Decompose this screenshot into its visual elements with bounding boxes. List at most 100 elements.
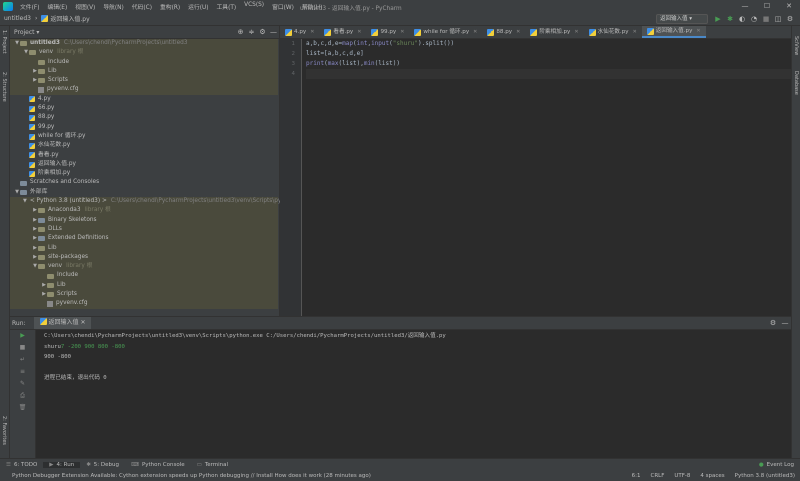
- menu-item[interactable]: 编辑(E): [43, 2, 71, 11]
- bottom-tool-tab[interactable]: ⌨ Python Console: [125, 462, 191, 468]
- tree-item[interactable]: ▼ 外部库: [10, 188, 278, 197]
- close-tab-icon[interactable]: ✕: [696, 25, 700, 38]
- debug-icon[interactable]: ✱: [724, 14, 736, 24]
- tree-item[interactable]: pyvenv.cfg: [10, 299, 278, 309]
- event-log-button[interactable]: ● Event Log: [753, 462, 800, 468]
- line-separator[interactable]: CRLF: [645, 473, 669, 479]
- menu-item[interactable]: 运行(U): [184, 2, 212, 11]
- run-icon[interactable]: ▶: [712, 14, 724, 24]
- database-tool-button[interactable]: Database: [793, 71, 799, 95]
- tree-item[interactable]: 99.py: [10, 123, 278, 132]
- tree-item[interactable]: ▼ venv library 根: [10, 48, 278, 58]
- editor-tab[interactable]: 4.py ✕: [280, 26, 319, 38]
- menu-item[interactable]: 文件(F): [16, 2, 43, 11]
- print-icon[interactable]: ⎙: [10, 390, 35, 402]
- tree-item[interactable]: 返回输入值.py: [10, 160, 278, 169]
- breadcrumb-project[interactable]: untitled3: [0, 15, 35, 22]
- tree-item[interactable]: Include: [10, 271, 278, 281]
- menu-item[interactable]: 工具(T): [213, 2, 241, 11]
- tree-item[interactable]: 水仙花数.py: [10, 141, 278, 150]
- caret-position[interactable]: 6:1: [627, 473, 646, 479]
- indent-setting[interactable]: 4 spaces: [695, 473, 729, 479]
- tree-item[interactable]: ▶ Scripts: [10, 76, 278, 86]
- tree-item[interactable]: pyvenv.cfg: [10, 85, 278, 95]
- interpreter-setting[interactable]: Python 3.8 (untitled3): [730, 473, 800, 479]
- close-tab-icon[interactable]: ✕: [400, 26, 404, 39]
- tree-item[interactable]: ▶ Anaconda3 library 根: [10, 206, 278, 216]
- code-line[interactable]: print(max(list),min(list)): [306, 59, 791, 69]
- code-area[interactable]: a,b,c,d,e=map(int,input("shuru").split()…: [306, 39, 791, 79]
- tree-item[interactable]: 4.py: [10, 95, 278, 104]
- bottom-tool-tab[interactable]: ▭ Terminal: [191, 462, 234, 468]
- search-icon[interactable]: ⌕: [796, 14, 800, 24]
- menu-item[interactable]: 视图(V): [71, 2, 99, 11]
- minimize-icon[interactable]: —: [734, 0, 756, 12]
- run-configuration-select[interactable]: 返回输入值 ▾: [656, 14, 708, 24]
- editor-tab[interactable]: 看看.py ✕: [319, 26, 366, 38]
- tree-item[interactable]: ▶ Lib: [10, 66, 278, 77]
- tree-item[interactable]: ▶ Extended Definitions: [10, 234, 278, 244]
- tree-item[interactable]: ▶ Lib: [10, 243, 278, 253]
- tree-item[interactable]: ▼ venv library 根: [10, 262, 278, 272]
- tree-item[interactable]: 66.py: [10, 104, 278, 113]
- file-encoding[interactable]: UTF-8: [669, 473, 695, 479]
- tree-item[interactable]: Scratches and Consoles: [10, 178, 278, 187]
- pin-icon[interactable]: ✎: [10, 378, 35, 390]
- menu-item[interactable]: 窗口(W): [268, 2, 298, 11]
- menu-item[interactable]: 导航(N): [99, 2, 127, 11]
- sciview-tool-button[interactable]: SciView: [793, 36, 799, 55]
- close-tab-icon[interactable]: ✕: [633, 26, 637, 39]
- vcs-icon[interactable]: ◫: [772, 14, 784, 24]
- editor-tab[interactable]: 99.py ✕: [366, 26, 409, 38]
- bottom-tool-tab[interactable]: ☰ 6: TODO: [0, 462, 43, 468]
- favorites-tool-button[interactable]: 2: Favorites: [1, 416, 7, 445]
- tree-item[interactable]: ▶ Scripts: [10, 290, 278, 300]
- rerun-icon[interactable]: ▶: [10, 330, 35, 342]
- tree-item[interactable]: while for 循环.py: [10, 132, 278, 141]
- close-tab-icon[interactable]: ✕: [574, 26, 578, 39]
- tree-item[interactable]: ▶ Binary Skeletons: [10, 215, 278, 225]
- project-view-select[interactable]: Project ▾: [14, 29, 39, 36]
- settings-icon[interactable]: ⚙: [784, 14, 796, 24]
- code-line[interactable]: list=[a,b,c,d,e]: [306, 49, 791, 59]
- hide-icon[interactable]: —: [268, 28, 279, 36]
- locate-icon[interactable]: ⊕: [235, 28, 246, 36]
- close-tab-icon[interactable]: ✕: [516, 26, 520, 39]
- run-tab[interactable]: 返回输入值 ✕: [33, 317, 92, 329]
- editor-tab[interactable]: while for 循环.py ✕: [409, 26, 482, 38]
- gear-icon[interactable]: ⚙: [767, 319, 779, 327]
- tree-item[interactable]: Include: [10, 57, 278, 67]
- editor-tab[interactable]: 阶乘相加.py ✕: [525, 26, 583, 38]
- editor-tab[interactable]: 水仙花数.py ✕: [584, 26, 642, 38]
- tree-item[interactable]: ▶ site-packages: [10, 252, 278, 263]
- collapse-all-icon[interactable]: ≑: [246, 28, 257, 36]
- soft-wrap-icon[interactable]: ≡: [10, 366, 35, 378]
- close-icon[interactable]: ✕: [778, 0, 800, 12]
- console-output[interactable]: C:\Users\chendi\PycharmProjects\untitled…: [44, 331, 446, 384]
- tree-item[interactable]: 88.py: [10, 113, 278, 122]
- structure-tool-button[interactable]: 2: Structure: [1, 72, 7, 102]
- status-message[interactable]: Python Debugger Extension Available: Cyt…: [0, 473, 371, 479]
- menu-item[interactable]: VCS(S): [240, 2, 268, 11]
- tree-item[interactable]: 看看.py: [10, 151, 278, 160]
- stop-icon[interactable]: ■: [10, 342, 35, 354]
- coverage-icon[interactable]: ◐: [736, 14, 748, 24]
- delete-icon[interactable]: 🗑: [10, 402, 35, 414]
- maximize-icon[interactable]: ☐: [756, 0, 778, 12]
- chevron-down-icon[interactable]: ▼: [23, 197, 27, 206]
- bottom-tool-tab[interactable]: ✱ 5: Debug: [80, 462, 125, 468]
- tree-item[interactable]: ▶ Lib: [10, 280, 278, 291]
- tree-item[interactable]: ▶ DLLs: [10, 224, 278, 235]
- menu-item[interactable]: 代码(C): [128, 2, 156, 11]
- code-line[interactable]: [306, 69, 791, 79]
- hide-icon[interactable]: —: [779, 319, 791, 327]
- code-line[interactable]: a,b,c,d,e=map(int,input("shuru").split()…: [306, 39, 791, 49]
- wrap-icon[interactable]: ↵: [10, 354, 35, 366]
- close-tab-icon[interactable]: ✕: [473, 26, 477, 39]
- tree-item[interactable]: ▼ untitled3 C:\Users\chendi\PycharmProject…: [10, 39, 278, 49]
- menu-item[interactable]: 重构(R): [156, 2, 184, 11]
- close-tab-icon[interactable]: ✕: [357, 26, 361, 39]
- tree-item[interactable]: ▼ < Python 3.8 (untitled3) > C:\Users\chen…: [10, 197, 291, 207]
- close-tab-icon[interactable]: ✕: [310, 26, 314, 39]
- stop-icon[interactable]: ■: [760, 14, 772, 24]
